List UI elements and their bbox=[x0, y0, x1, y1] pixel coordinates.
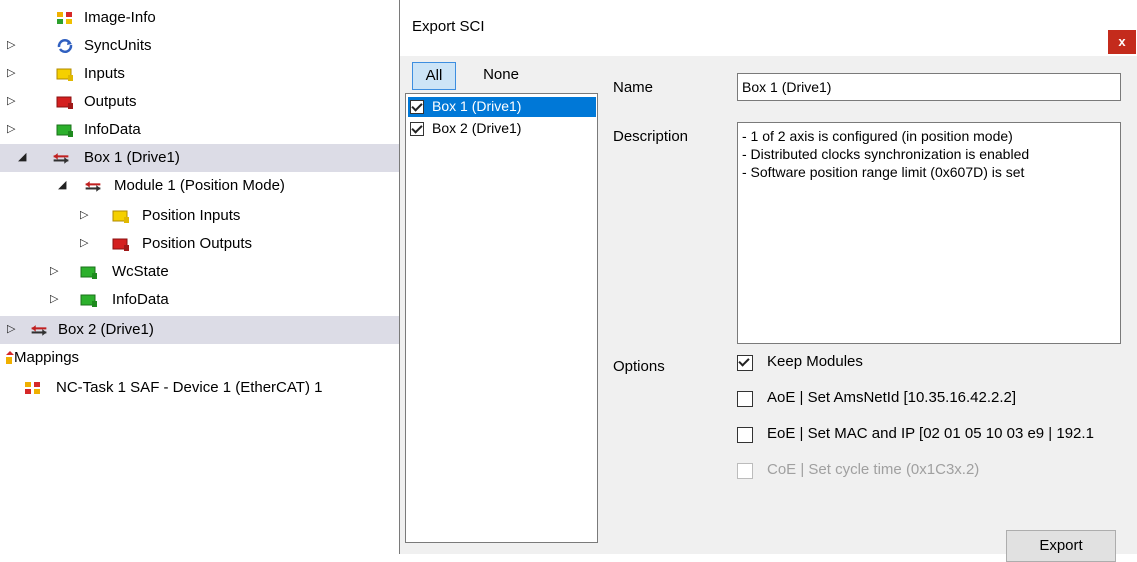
wcstate-icon bbox=[80, 266, 97, 279]
option-label: Keep Modules bbox=[767, 353, 863, 370]
option-label: CoE | Set cycle time (0x1C3x.2) bbox=[767, 461, 980, 478]
coe-checkbox bbox=[737, 463, 753, 479]
inputs-icon bbox=[56, 68, 73, 81]
tree-item-inputs[interactable]: ▷ Inputs bbox=[0, 60, 400, 88]
description-line: - Distributed clocks synchronization is … bbox=[742, 146, 1030, 162]
tree-item-label: InfoData bbox=[84, 121, 141, 138]
box-device-icon bbox=[53, 153, 69, 164]
expand-arrow-icon[interactable]: ▷ bbox=[7, 38, 15, 52]
tree-item-label: Position Outputs bbox=[142, 235, 253, 252]
list-item-checkbox[interactable] bbox=[410, 122, 424, 136]
keep-modules-checkbox[interactable] bbox=[737, 355, 753, 371]
module-icon bbox=[85, 181, 101, 192]
expand-arrow-icon[interactable]: ▷ bbox=[80, 236, 88, 250]
export-sci-dialog: Export SCI x All None Box 1 (Drive1) Box… bbox=[399, 0, 1137, 562]
options-label: Options bbox=[613, 358, 665, 375]
tree-item-mappings[interactable]: Mappings bbox=[0, 344, 400, 372]
list-item-label: Box 1 (Drive1) bbox=[432, 98, 522, 114]
tree-item-module1[interactable]: ◢ Module 1 (Position Mode) bbox=[0, 172, 400, 200]
list-item-box2[interactable]: Box 2 (Drive1) bbox=[408, 119, 596, 139]
close-button[interactable]: x bbox=[1108, 30, 1136, 54]
expand-arrow-icon[interactable]: ▷ bbox=[80, 208, 88, 222]
list-item-checkbox[interactable] bbox=[410, 100, 424, 114]
expand-arrow-icon[interactable]: ▷ bbox=[50, 292, 58, 306]
outputs-icon bbox=[56, 96, 73, 109]
outputs-icon bbox=[112, 238, 129, 251]
name-input[interactable]: Box 1 (Drive1) bbox=[737, 73, 1121, 101]
option-label: AoE | Set AmsNetId [10.35.16.42.2.2] bbox=[767, 389, 1017, 406]
tree-item-position-outputs[interactable]: ▷ Position Outputs bbox=[0, 230, 400, 258]
tree-item-label: NC-Task 1 SAF - Device 1 (EtherCAT) 1 bbox=[56, 379, 323, 396]
tree-item-label: Outputs bbox=[84, 93, 137, 110]
close-icon: x bbox=[1118, 34, 1126, 49]
tree-item-label: Mappings bbox=[14, 349, 80, 366]
tree-item-position-inputs[interactable]: ▷ Position Inputs bbox=[0, 202, 400, 230]
eoe-checkbox[interactable] bbox=[737, 427, 753, 443]
infodata-icon bbox=[80, 294, 97, 307]
expand-arrow-icon[interactable]: ▷ bbox=[7, 94, 15, 108]
tree-item-wcstate[interactable]: ▷ WcState bbox=[0, 258, 400, 286]
description-label: Description bbox=[613, 128, 689, 145]
name-label: Name bbox=[613, 79, 654, 96]
collapse-arrow-icon[interactable]: ◢ bbox=[58, 178, 66, 192]
tree-item-label: Inputs bbox=[84, 65, 125, 82]
aoe-checkbox[interactable] bbox=[737, 391, 753, 407]
expand-arrow-icon[interactable]: ▷ bbox=[7, 122, 15, 136]
expand-arrow-icon[interactable]: ▷ bbox=[50, 264, 58, 278]
option-label: EoE | Set MAC and IP [02 01 05 10 03 e9 … bbox=[767, 425, 1094, 442]
inputs-icon bbox=[112, 210, 129, 223]
mapping-link-icon bbox=[25, 382, 40, 394]
tree-item-label: Image-Info bbox=[84, 9, 156, 26]
tree-item-label: InfoData bbox=[112, 291, 169, 308]
tree-item-nc-task-mapping[interactable]: NC-Task 1 SAF - Device 1 (EtherCAT) 1 bbox=[0, 374, 400, 402]
solution-tree: Image-Info ▷ SyncUnits ▷ Inputs ▷ Output… bbox=[0, 0, 400, 554]
tree-item-label: Box 1 (Drive1) bbox=[84, 149, 180, 166]
box-list[interactable]: Box 1 (Drive1) Box 2 (Drive1) bbox=[405, 93, 598, 543]
tree-item-label: Position Inputs bbox=[142, 207, 241, 224]
infodata-icon bbox=[56, 124, 73, 137]
image-info-icon bbox=[57, 12, 72, 24]
tree-item-infodata[interactable]: ▷ InfoData bbox=[0, 116, 400, 144]
description-line: - Software position range limit (0x607D)… bbox=[742, 164, 1025, 180]
dialog-titlebar: Export SCI x bbox=[400, 0, 1137, 56]
tree-item-syncunits[interactable]: ▷ SyncUnits bbox=[0, 32, 400, 60]
tree-item-label: WcState bbox=[112, 263, 169, 280]
tree-item-box1[interactable]: ◢ Box 1 (Drive1) bbox=[0, 144, 400, 172]
tree-item-image-info[interactable]: Image-Info bbox=[0, 4, 400, 32]
tree-item-label: Box 2 (Drive1) bbox=[58, 321, 154, 338]
expand-arrow-icon[interactable]: ▷ bbox=[7, 322, 15, 336]
tree-item-label: Module 1 (Position Mode) bbox=[114, 177, 285, 194]
select-none-button[interactable]: None bbox=[468, 62, 534, 90]
select-all-button[interactable]: All bbox=[412, 62, 456, 90]
description-line: - 1 of 2 axis is configured (in position… bbox=[742, 128, 1013, 144]
description-textarea[interactable]: - 1 of 2 axis is configured (in position… bbox=[737, 122, 1121, 344]
list-item-box1[interactable]: Box 1 (Drive1) bbox=[408, 97, 596, 117]
tree-item-outputs[interactable]: ▷ Outputs bbox=[0, 88, 400, 116]
dialog-title: Export SCI bbox=[412, 18, 485, 35]
tree-item-box2[interactable]: ▷ Box 2 (Drive1) bbox=[0, 316, 400, 344]
tree-item-infodata-box1[interactable]: ▷ InfoData bbox=[0, 286, 400, 314]
expand-arrow-icon[interactable]: ▷ bbox=[7, 66, 15, 80]
sync-icon bbox=[57, 39, 73, 53]
box-device-icon bbox=[31, 325, 47, 336]
export-button[interactable]: Export bbox=[1006, 530, 1116, 562]
collapse-arrow-icon[interactable]: ◢ bbox=[18, 150, 26, 164]
tree-item-label: SyncUnits bbox=[84, 37, 152, 54]
list-item-label: Box 2 (Drive1) bbox=[432, 120, 522, 136]
